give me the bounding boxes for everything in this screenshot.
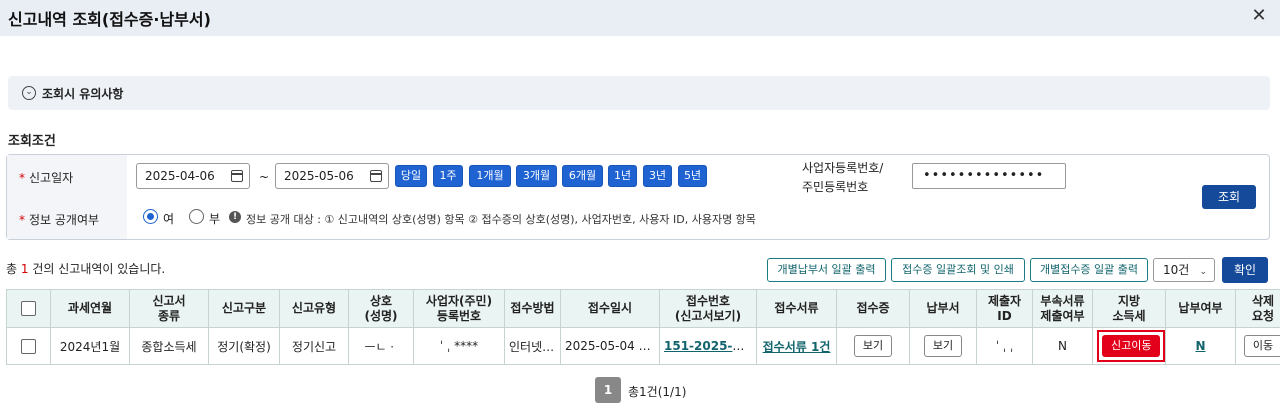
chevron-down-icon: ⌄ bbox=[1199, 267, 1207, 277]
close-icon[interactable]: ✕ bbox=[1248, 5, 1270, 27]
documents-cell: 접수서류 1건 bbox=[756, 327, 837, 365]
column-header: 접수일시 bbox=[560, 289, 660, 328]
paid-cell: N bbox=[1165, 327, 1236, 365]
filing-type-cell: 정기신고 bbox=[279, 327, 349, 365]
disclosure-no-radio[interactable] bbox=[189, 209, 204, 224]
results-table: 과세연월 신고서 종류 신고구분 신고유형 상호 (성명) 사업자(주민) 등록번호 … bbox=[6, 289, 1280, 365]
conditions-title: 조회조건 bbox=[8, 134, 56, 149]
window-title: 신고내역 조회(접수증·납부서) bbox=[8, 10, 211, 29]
method-cell: 인터넷전자신고 bbox=[504, 327, 561, 365]
column-header: 부속서류 제출여부 bbox=[1032, 289, 1093, 328]
view-receipt-button[interactable]: 보기 bbox=[853, 335, 893, 357]
range-1year-button[interactable]: 1년 bbox=[608, 165, 637, 187]
local-tax-cell: 신고이동 bbox=[1092, 327, 1166, 365]
range-1month-button[interactable]: 1개월 bbox=[469, 165, 511, 187]
range-separator: ~ bbox=[259, 170, 270, 184]
receipt-cell: 보기 bbox=[836, 327, 910, 365]
payment-cell: 보기 bbox=[909, 327, 977, 365]
range-6month-button[interactable]: 6개월 bbox=[562, 165, 603, 187]
name-cell: ㅡㄴㆍ bbox=[348, 327, 414, 365]
select-all-header bbox=[6, 289, 51, 328]
search-conditions: * 신고일자 * 정보 공개여부 2025-04-06 ~ 2025-05-06 당… bbox=[6, 154, 1270, 240]
delete-cell: 이동 bbox=[1235, 327, 1280, 365]
result-summary: 총 1 건의 신고내역이 있습니다. bbox=[6, 262, 166, 276]
range-3month-button[interactable]: 3개월 bbox=[516, 165, 557, 187]
pager-summary: 총1건(1/1) bbox=[628, 385, 687, 399]
column-header: 신고구분 bbox=[208, 289, 280, 328]
view-payment-button[interactable]: 보기 bbox=[923, 335, 963, 357]
delete-request-button[interactable]: 이동 bbox=[1243, 335, 1280, 357]
row-select-cell bbox=[6, 327, 51, 365]
table-row: 2024년1월 종합소득세 정기(확정) 정기신고 ㅡㄴㆍ ˈ ˌ **** 인… bbox=[6, 327, 1280, 365]
receipt-number-link[interactable]: 151-2025-2-00000 bbox=[664, 339, 756, 353]
column-header: 지방 소득세 bbox=[1092, 289, 1166, 328]
documents-link[interactable]: 접수서류 1건 bbox=[763, 340, 831, 354]
column-header: 접수증 bbox=[836, 289, 910, 328]
biz-number-label: 사업자등록번호/ 주민등록번호 bbox=[802, 161, 884, 194]
column-header: 상호 (성명) bbox=[348, 289, 414, 328]
print-individual-button[interactable]: 개별접수증 일괄 출력 bbox=[1030, 258, 1148, 282]
disclosure-info: 정보 공개 대상 : ① 신고내역의 상호(성명) 항목 ② 접수증의 상호(성… bbox=[246, 213, 756, 226]
column-header: 접수방법 bbox=[504, 289, 561, 328]
reg-number-cell: ˈ ˌ **** bbox=[413, 327, 505, 365]
disclosure-yes-radio[interactable] bbox=[143, 209, 158, 224]
select-all-checkbox[interactable] bbox=[21, 301, 36, 316]
period-cell: 2024년1월 bbox=[50, 327, 130, 365]
column-header: 납부여부 bbox=[1165, 289, 1236, 328]
column-header: 신고유형 bbox=[279, 289, 349, 328]
chevron-down-icon: ⌄ bbox=[22, 86, 36, 100]
attachments-cell: N bbox=[1032, 327, 1093, 365]
search-button[interactable]: 조회 bbox=[1202, 185, 1256, 209]
submitter-id-cell: ˈ ˌ ˌ bbox=[976, 327, 1033, 365]
range-today-button[interactable]: 당일 bbox=[395, 165, 427, 187]
received-at-cell: 2025-05-04 10:12 bbox=[560, 327, 660, 365]
range-3year-button[interactable]: 3년 bbox=[643, 165, 672, 187]
column-header: 삭제 요청 bbox=[1235, 289, 1280, 328]
form-type-cell: 종합소득세 bbox=[129, 327, 209, 365]
page-button-current[interactable]: 1 bbox=[595, 377, 621, 403]
notice-accordion[interactable]: ⌄ 조회시 유의사항 bbox=[8, 76, 1270, 110]
table-header-row: 과세연월 신고서 종류 신고구분 신고유형 상호 (성명) 사업자(주민) 등록번호 … bbox=[6, 289, 1280, 328]
biz-number-input[interactable]: •••••••••••••• bbox=[912, 163, 1066, 189]
column-header: 제출자 ID bbox=[976, 289, 1033, 328]
column-header: 납부서 bbox=[909, 289, 977, 328]
receipt-number-cell: 151-2025-2-00000 bbox=[659, 327, 757, 365]
calendar-icon[interactable] bbox=[231, 170, 243, 182]
confirm-button[interactable]: 확인 bbox=[1222, 257, 1268, 283]
print-receipt-button[interactable]: 접수증 일괄조회 및 인쇄 bbox=[891, 258, 1025, 282]
column-header: 과세연월 bbox=[50, 289, 130, 328]
range-5year-button[interactable]: 5년 bbox=[678, 165, 707, 187]
column-header: 신고서 종류 bbox=[129, 289, 209, 328]
calendar-icon[interactable] bbox=[370, 170, 382, 182]
category-cell: 정기(확정) bbox=[208, 327, 280, 365]
range-1week-button[interactable]: 1주 bbox=[433, 165, 463, 187]
highlight-box: 신고이동 bbox=[1097, 330, 1165, 362]
print-payment-button[interactable]: 개별납부서 일괄 출력 bbox=[767, 258, 886, 282]
paid-status-link[interactable]: N bbox=[1195, 339, 1205, 353]
disclosure-no-label: 부 bbox=[209, 212, 221, 226]
column-header: 접수번호 (신고서보기) bbox=[659, 289, 757, 328]
local-tax-move-button[interactable]: 신고이동 bbox=[1102, 335, 1161, 357]
info-icon: ! bbox=[229, 211, 241, 223]
column-header: 사업자(주민) 등록번호 bbox=[413, 289, 505, 328]
date-label: * 신고일자 bbox=[19, 171, 74, 185]
disclosure-yes-label: 여 bbox=[163, 212, 175, 226]
page-size-select[interactable]: 10건 ⌄ bbox=[1153, 258, 1215, 282]
date-to-input[interactable]: 2025-05-06 bbox=[275, 163, 389, 189]
notice-label: 조회시 유의사항 bbox=[42, 87, 124, 101]
title-bar: 신고내역 조회(접수증·납부서) ✕ bbox=[0, 0, 1280, 36]
date-from-input[interactable]: 2025-04-06 bbox=[136, 163, 250, 189]
disclosure-label: * 정보 공개여부 bbox=[19, 213, 100, 227]
row-checkbox[interactable] bbox=[21, 338, 36, 354]
column-header: 접수서류 bbox=[756, 289, 837, 328]
